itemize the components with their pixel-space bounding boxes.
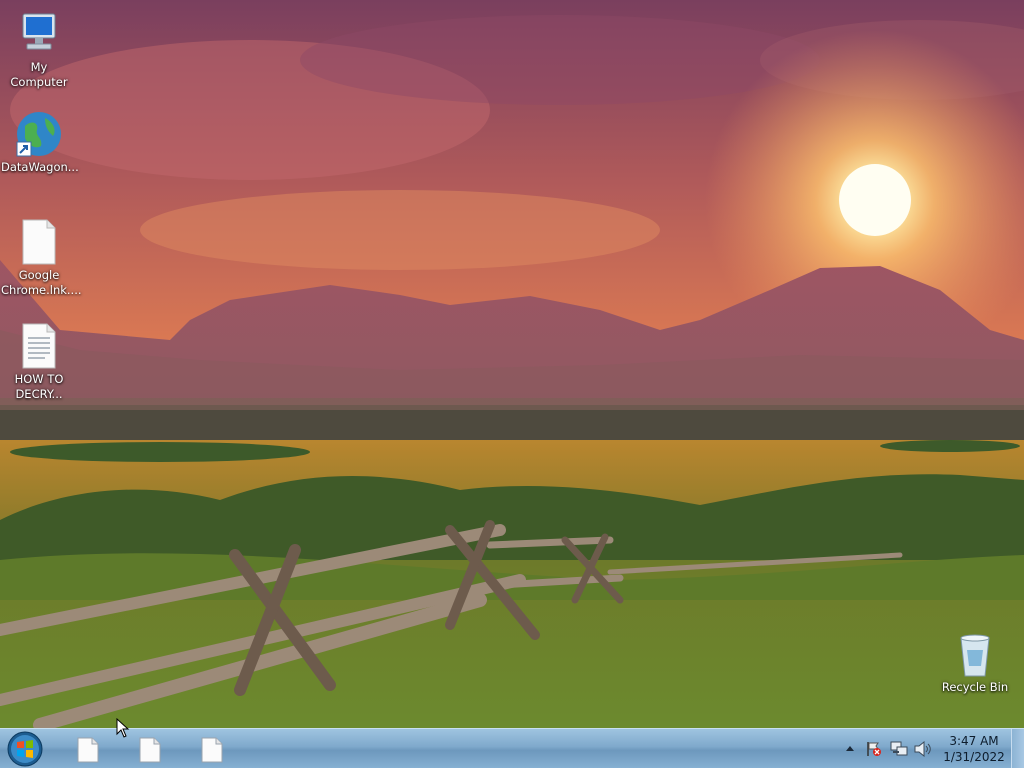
document-icon <box>139 737 161 763</box>
action-center-flag-icon[interactable] <box>866 741 882 757</box>
computer-icon <box>15 10 63 58</box>
text-document-icon <box>15 322 63 370</box>
clock-date: 1/31/2022 <box>943 750 1005 764</box>
desktop-icon-label: My Computer <box>10 60 68 89</box>
desktop-wallpaper <box>0 0 1024 728</box>
taskbar-button-3[interactable] <box>184 732 242 766</box>
desktop-icon-datawagon[interactable]: DataWagon... <box>0 110 79 175</box>
recycle-bin-icon <box>951 630 999 678</box>
document-icon <box>201 737 223 763</box>
globe-shortcut-icon <box>15 110 63 158</box>
desktop-icon-google-chrome-lnk[interactable]: Google Chrome.lnk.... <box>0 218 82 298</box>
document-icon <box>15 218 63 266</box>
windows-start-orb-icon <box>7 731 43 767</box>
desktop-icon-recycle-bin[interactable]: Recycle Bin <box>936 630 1014 695</box>
taskbar-button-1[interactable] <box>60 732 118 766</box>
desktop-icon-label: Recycle Bin <box>941 680 1009 694</box>
desktop-icon-label: DataWagon... <box>1 160 79 174</box>
show-hidden-icons-arrow[interactable] <box>845 744 855 752</box>
document-icon <box>77 737 99 763</box>
show-desktop-button[interactable] <box>1011 729 1024 768</box>
taskbar-clock[interactable]: 3:47 AM 1/31/2022 <box>934 733 1014 765</box>
desktop-icon-how-to-decrypt[interactable]: HOW TO DECRY... <box>0 322 78 402</box>
clock-time: 3:47 AM <box>949 734 999 748</box>
taskbar: 3:47 AM 1/31/2022 <box>0 728 1024 768</box>
desktop-icon-label: Google Chrome.lnk.... <box>1 268 82 297</box>
volume-icon[interactable] <box>914 741 932 757</box>
network-icon[interactable] <box>890 741 908 757</box>
mouse-cursor-icon <box>116 718 130 738</box>
start-button[interactable] <box>5 730 45 768</box>
desktop-icon-label: HOW TO DECRY... <box>14 372 64 401</box>
desktop-icon-my-computer[interactable]: My Computer <box>0 10 78 90</box>
taskbar-button-2[interactable] <box>122 732 180 766</box>
